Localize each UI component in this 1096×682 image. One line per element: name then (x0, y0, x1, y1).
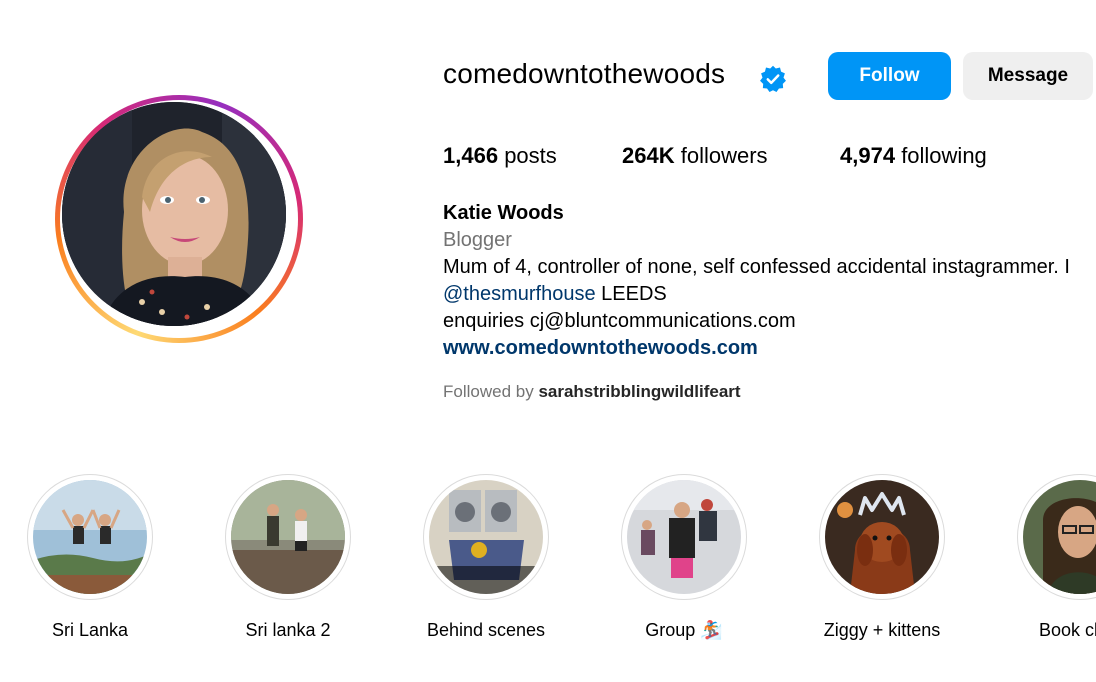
verified-badge-icon (759, 65, 787, 93)
story-highlight-3[interactable] (423, 474, 549, 600)
story-highlight-5[interactable] (819, 474, 945, 600)
website-link[interactable]: www.comedowntothewoods.com (443, 337, 758, 360)
posts-count: 1,466 (443, 143, 499, 168)
profile-page: comedowntothewoods Follow Message 1,466 … (0, 0, 1096, 682)
followed-by[interactable]: Followed by sarahstribblingwildlifeart (443, 382, 741, 402)
following-count: 4,974 (840, 143, 896, 168)
followers-stat[interactable]: 264K followers (622, 143, 768, 169)
profile-category: Blogger (443, 229, 512, 251)
highlight-cover-image (627, 480, 741, 594)
highlight-label: Behind scenes (426, 620, 546, 640)
followed-by-user: sarahstribblingwildlifeart (538, 382, 741, 401)
posts-stat: 1,466 posts (443, 143, 557, 169)
story-highlight-1[interactable] (27, 474, 153, 600)
followed-by-prefix: Followed by (443, 382, 539, 401)
bio-location: LEEDS (595, 283, 667, 305)
highlight-cover-image (231, 480, 345, 594)
story-highlight-2[interactable] (225, 474, 351, 600)
following-stat[interactable]: 4,974 following (840, 143, 987, 169)
profile-full-name: Katie Woods (443, 202, 564, 224)
highlight-label: Sri lanka 2 (245, 620, 331, 640)
message-button[interactable]: Message (963, 52, 1093, 100)
highlight-label: Group 🏂 (645, 620, 723, 640)
followers-label: followers (680, 143, 768, 168)
bio-text-line: Mum of 4, controller of none, self confe… (443, 256, 1070, 278)
profile-avatar-story-ring[interactable] (55, 95, 303, 343)
bio-enquiries-line: enquiries cj@bluntcommunications.com (443, 310, 796, 332)
highlight-label: Sri Lanka (51, 620, 129, 640)
highlight-cover-image (825, 480, 939, 594)
follow-button[interactable]: Follow (828, 52, 951, 100)
posts-label: posts (504, 143, 557, 168)
avatar-portrait-image (62, 102, 286, 326)
following-label: following (901, 143, 987, 168)
highlight-cover-image (33, 480, 147, 594)
story-highlight-4[interactable] (621, 474, 747, 600)
story-highlight-6[interactable] (1017, 474, 1096, 600)
profile-username: comedowntothewoods (443, 58, 726, 89)
followers-count: 264K (622, 143, 675, 168)
highlight-label: Ziggy + kittens (823, 620, 941, 640)
highlight-label: Book cl (1039, 620, 1096, 640)
bio-mention-line: @thesmurfhouse LEEDS (443, 283, 667, 306)
profile-avatar[interactable] (62, 102, 286, 326)
bio-mention-link[interactable]: @thesmurfhouse (443, 283, 596, 305)
highlight-cover-image (429, 480, 543, 594)
